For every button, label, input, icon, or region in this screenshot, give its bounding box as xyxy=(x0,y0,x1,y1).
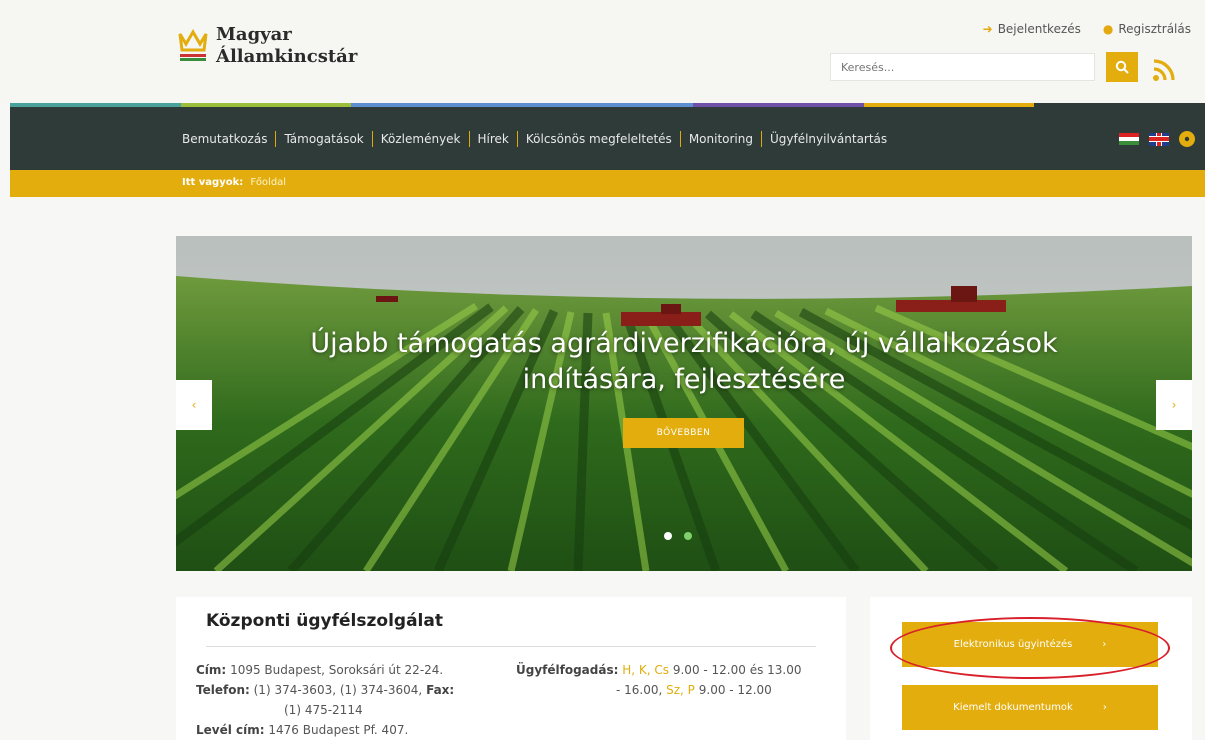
accessibility-icon[interactable] xyxy=(1179,131,1195,147)
slider-next-button[interactable]: › xyxy=(1156,380,1192,430)
brand-line1: Magyar xyxy=(216,24,292,45)
user-icon: ● xyxy=(1102,22,1114,36)
login-link[interactable]: ➜ Bejelentkezés xyxy=(983,22,1081,36)
electronic-administration-button[interactable]: Elektronikus ügyintézés › xyxy=(902,622,1158,667)
mail-value: 1476 Budapest Pf. 407. xyxy=(268,723,409,737)
nav-item-hirek[interactable]: Hírek xyxy=(470,130,518,147)
hours-label: Ügyfélfogadás: xyxy=(516,663,619,677)
nav-item-bemutatkozas[interactable]: Bemutatkozás xyxy=(182,130,277,147)
field-photo xyxy=(176,236,1192,571)
service-title: Központi ügyfélszolgálat xyxy=(206,611,443,631)
rss-button[interactable] xyxy=(1152,52,1180,82)
nav-item-tamogatasok[interactable]: Támogatások xyxy=(276,130,373,147)
hours-days-1: H, K, Cs xyxy=(622,663,670,677)
quick-links-panel: Elektronikus ügyintézés › Kiemelt dokume… xyxy=(870,597,1192,740)
mail-label: Levél cím: xyxy=(196,723,265,737)
slider-dot-1[interactable] xyxy=(664,532,672,540)
hours-time-1: 9.00 - 12.00 és 13.00 xyxy=(672,663,802,677)
more-button[interactable]: BŐVEBBEN xyxy=(623,418,744,448)
featured-documents-button[interactable]: Kiemelt dokumentumok › xyxy=(902,685,1158,730)
divider xyxy=(206,646,816,647)
address-value: 1095 Budapest, Soroksári út 22-24. xyxy=(230,663,444,677)
featured-documents-label: Kiemelt dokumentumok xyxy=(953,702,1073,713)
slider-prev-button[interactable]: ‹ xyxy=(176,380,212,430)
customer-service-panel: Központi ügyfélszolgálat Cím: 1095 Budap… xyxy=(176,597,846,740)
slider-dot-2[interactable] xyxy=(684,532,692,540)
fax-value: (1) 475-2114 xyxy=(284,703,363,717)
nav-item-kozlemenyek[interactable]: Közlemények xyxy=(373,130,470,147)
chevron-right-icon: › xyxy=(1102,702,1107,713)
login-label: Bejelentkezés xyxy=(997,22,1081,36)
rss-icon xyxy=(1153,59,1175,81)
hours-days-2: Sz, P xyxy=(666,683,695,697)
address-label: Cím: xyxy=(196,663,227,677)
brand-line2: Államkincstár xyxy=(216,46,358,67)
top-links: ➜ Bejelentkezés ● Regisztrálás xyxy=(983,22,1191,36)
login-icon: ➜ xyxy=(982,22,993,36)
breadcrumb-label: Itt vagyok: xyxy=(182,177,244,188)
site-header: Magyar Államkincstár ➜ Bejelentkezés ● R… xyxy=(0,0,1205,104)
slide-title: Újabb támogatás agrárdiverzifikációra, ú… xyxy=(310,328,1058,395)
hero-slider: Újabb támogatás agrárdiverzifikációra, ú… xyxy=(176,236,1192,571)
electronic-administration-label: Elektronikus ügyintézés xyxy=(953,639,1073,650)
hours-time-2: 9.00 - 12.00 xyxy=(698,683,772,697)
nav-item-ugyfelnyilvantartas[interactable]: Ügyfélnyilvántartás xyxy=(762,131,895,147)
search-input[interactable] xyxy=(831,54,1094,80)
nav-item-kolcsonos-megfeleltetes[interactable]: Kölcsönös megfeleltetés xyxy=(518,130,681,147)
eye-icon xyxy=(1184,136,1190,142)
chevron-right-icon: › xyxy=(1171,398,1177,412)
nav-item-monitoring[interactable]: Monitoring xyxy=(681,130,762,147)
phone-label: Telefon: xyxy=(196,683,250,697)
search-button[interactable] xyxy=(1106,52,1138,82)
chevron-right-icon: › xyxy=(1102,639,1107,650)
hours-time-1b: - 16.00, xyxy=(616,683,663,697)
fax-label: Fax: xyxy=(426,683,455,697)
main-nav: Bemutatkozás Támogatások Közlemények Hír… xyxy=(10,107,1205,170)
register-link[interactable]: ● Regisztrálás xyxy=(1103,22,1191,36)
phone-value: (1) 374-3603, (1) 374-3604, xyxy=(253,683,423,697)
breadcrumb-home-link[interactable]: Főoldal xyxy=(250,177,286,188)
logo[interactable]: Magyar Államkincstár xyxy=(178,24,357,68)
search-icon xyxy=(1115,60,1129,74)
crown-logo-icon xyxy=(178,29,208,61)
hungarian-flag-icon[interactable] xyxy=(1119,132,1139,146)
register-label: Regisztrálás xyxy=(1118,22,1191,36)
breadcrumb: Itt vagyok: Főoldal xyxy=(10,170,1205,197)
chevron-left-icon: ‹ xyxy=(191,398,197,412)
search-box xyxy=(830,53,1095,81)
english-flag-icon[interactable] xyxy=(1149,132,1169,146)
